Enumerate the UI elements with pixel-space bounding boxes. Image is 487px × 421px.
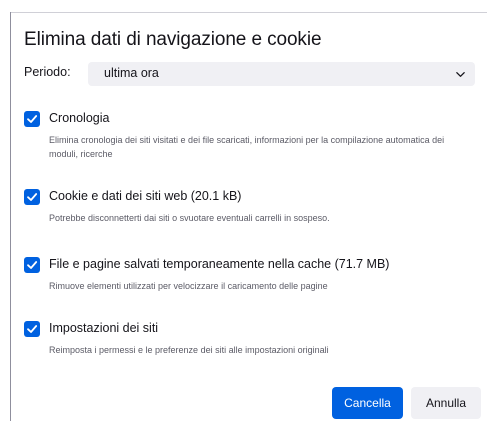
dialog-title: Elimina dati di navigazione e cookie xyxy=(24,29,322,50)
period-value: ultima ora xyxy=(104,66,159,80)
clear-data-dialog: Elimina dati di navigazione e cookie Per… xyxy=(11,13,487,421)
checkmark-icon xyxy=(27,115,38,123)
period-label: Periodo: xyxy=(24,65,71,79)
checkmark-icon xyxy=(27,325,38,333)
cookies-label[interactable]: Cookie e dati dei siti web (20.1 kB) xyxy=(49,189,241,203)
chevron-down-icon xyxy=(456,72,465,77)
checkmark-icon xyxy=(27,193,38,201)
history-description: Elimina cronologia dei siti visitati e d… xyxy=(49,135,445,159)
period-row: Periodo: ultima ora xyxy=(24,62,476,86)
cache-description: Rimuove elementi utilizzati per velocizz… xyxy=(49,281,328,291)
site-settings-label[interactable]: Impostazioni dei siti xyxy=(49,321,158,335)
period-select[interactable]: ultima ora xyxy=(88,62,475,86)
history-checkbox[interactable] xyxy=(24,111,40,127)
site-settings-checkbox[interactable] xyxy=(24,321,40,337)
cache-label[interactable]: File e pagine salvati temporaneamente ne… xyxy=(49,257,389,271)
cancel-button[interactable]: Annulla xyxy=(411,387,481,419)
checkmark-icon xyxy=(27,261,38,269)
cookies-checkbox[interactable] xyxy=(24,189,40,205)
history-label[interactable]: Cronologia xyxy=(49,111,109,125)
cache-checkbox[interactable] xyxy=(24,257,40,273)
site-settings-description: Reimposta i permessi e le preferenze dei… xyxy=(49,345,329,355)
cookies-description: Potrebbe disconnetterti dai siti o svuot… xyxy=(49,213,330,223)
clear-button[interactable]: Cancella xyxy=(332,387,403,419)
